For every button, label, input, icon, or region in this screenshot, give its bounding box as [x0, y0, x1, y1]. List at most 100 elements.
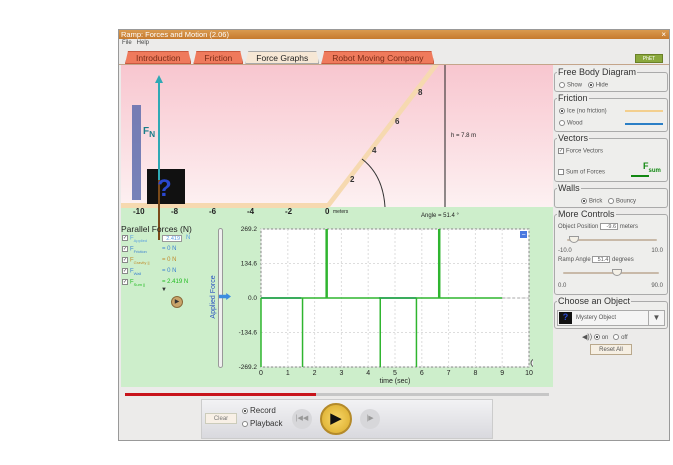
y-tick-label: 0.0	[248, 295, 257, 302]
tick-label: -10	[133, 207, 145, 216]
sum-of-forces-label: Sum of Forces	[566, 169, 606, 176]
force-checkbox[interactable]: ✓	[122, 279, 128, 285]
force-value: = 0 N	[162, 268, 177, 274]
object-position-slider[interactable]	[567, 236, 657, 243]
record-radio[interactable]	[242, 407, 248, 414]
vectors-panel: Vectors ✓ Force Vectors Sum of Forces Fsu…	[554, 133, 668, 182]
force-checkbox[interactable]: ✓	[122, 246, 128, 252]
tab-robot-moving-company[interactable]: Robot Moving Company	[321, 51, 434, 64]
sound-off-radio[interactable]	[613, 334, 620, 341]
ramp-angle-thumb[interactable]	[612, 269, 623, 276]
ramp-angle-unit: degrees	[612, 257, 634, 263]
friction-ice-radio[interactable]	[559, 108, 565, 114]
chevron-down-icon[interactable]: ▼	[648, 311, 664, 325]
step-button[interactable]: |▶	[360, 409, 380, 429]
object-dropdown-value: Mystery Object	[576, 315, 617, 321]
object-position-input[interactable]: -9.6	[600, 223, 619, 230]
sound-on-radio[interactable]	[593, 334, 600, 341]
clear-button[interactable]: Clear	[205, 413, 237, 424]
force-vectors-checkbox[interactable]: ✓	[558, 148, 564, 154]
force-vectors-label: Force Vectors	[566, 148, 604, 155]
y-tick-label: 269.2	[241, 226, 258, 233]
sound-on-label: on	[601, 335, 609, 341]
tab-introduction[interactable]: Introduction	[125, 51, 191, 64]
brick-wall	[132, 105, 141, 200]
object-position-thumb[interactable]	[568, 236, 579, 243]
force-value: = 2.419 N	[162, 279, 189, 285]
x-tick-label: 2	[313, 370, 317, 377]
x-tick-label: 3	[339, 370, 343, 377]
window-title: Ramp: Forces and Motion (2.06)	[121, 30, 229, 39]
panel-title: Vectors	[557, 133, 590, 143]
playback-radio[interactable]	[242, 420, 248, 427]
tab-friction[interactable]: Friction	[193, 51, 243, 64]
x-tick-label: 0	[259, 370, 263, 377]
play-button[interactable]: ▶	[320, 403, 352, 435]
height-label: h = 7.8 m	[451, 133, 477, 139]
ramp-angle-label: Ramp Angle	[558, 257, 591, 263]
free-body-diagram-panel: Free Body Diagram Show Hide	[554, 67, 668, 92]
applied-force-input[interactable]: 2.419	[162, 235, 182, 242]
object-position-label: Object Position	[558, 224, 599, 230]
play-force-icon[interactable]: ▶	[171, 296, 183, 308]
title-bar: Ramp: Forces and Motion (2.06) ×	[119, 30, 669, 39]
choose-object-panel: Choose an Object ? Mystery Object ▼	[554, 296, 668, 329]
ramp-tick: 6	[395, 117, 400, 126]
y-tick-label: -269.2	[239, 364, 258, 371]
position-min-label: -10.0	[558, 248, 572, 254]
force-checkbox[interactable]: ✓	[122, 235, 128, 241]
wood-swatch	[625, 123, 663, 125]
x-tick-label: 7	[447, 370, 451, 377]
record-label: Record	[250, 406, 276, 415]
playback-progress-fill	[125, 393, 316, 396]
ramp-angle-slider[interactable]	[563, 269, 659, 276]
ramp-tick: 8	[418, 88, 423, 97]
menu-file[interactable]: File	[122, 40, 132, 46]
walls-bouncy-radio[interactable]	[608, 198, 615, 204]
x-tick-label: 9	[500, 370, 504, 377]
fbd-show-radio[interactable]	[559, 82, 565, 88]
zoom-out-horizontal-icon[interactable]	[530, 358, 533, 368]
friction-panel: Friction Ice (no friction) Wood	[554, 93, 668, 132]
force-value: = 0 N	[162, 246, 177, 252]
fbd-hide-radio[interactable]	[587, 82, 594, 88]
simulation-area: ? FN h = 7.8 m Angle = 51.4 ° -10 -8 -6 …	[121, 65, 553, 387]
playback-area: Clear Record Playback |◀◀ ▶ |▶	[119, 387, 669, 441]
sky	[121, 65, 553, 207]
close-icon[interactable]: ×	[661, 30, 666, 39]
tab-force-graphs[interactable]: Force Graphs	[245, 51, 319, 64]
menu-help[interactable]: Help	[137, 40, 149, 46]
y-tick-label: 134.6	[241, 261, 258, 268]
x-tick-label: 8	[473, 370, 477, 377]
ramp-tick: 4	[372, 146, 377, 155]
force-checkbox[interactable]: ✓	[122, 257, 128, 263]
rewind-button[interactable]: |◀◀	[292, 409, 312, 429]
force-checkbox[interactable]: ✓	[122, 268, 128, 274]
force-value: = 0 N	[162, 257, 177, 263]
fsum-label: Fsum	[643, 161, 661, 174]
playback-label: Playback	[250, 419, 283, 428]
ramp-angle-input[interactable]: 51.4	[592, 256, 611, 263]
walls-brick-radio[interactable]	[581, 198, 587, 204]
phet-logo: PhET	[635, 54, 663, 63]
x-tick-label: 5	[393, 370, 397, 377]
more-controls-panel: More Controls Object Position -9.6 meter…	[554, 209, 668, 295]
friction-ice-label: Ice (no friction)	[567, 108, 607, 115]
force-subscript: Wall	[133, 270, 142, 276]
force-row: ✓ FApplied 2.419 N	[122, 235, 190, 243]
applied-force-axis-label: Applied Force	[210, 275, 217, 319]
object-question-mark: ?	[157, 175, 172, 202]
playback-progress-bar[interactable]	[125, 393, 549, 396]
force-row: ✓ FSum || = 2.419 N	[122, 279, 188, 287]
reset-all-button[interactable]: Reset All	[590, 344, 632, 355]
expand-chevron-icon[interactable]: ▼	[161, 287, 167, 293]
x-axis-label: time (sec)	[380, 378, 411, 385]
object-dropdown[interactable]: ? Mystery Object ▼	[557, 310, 665, 326]
parallel-forces-title: Parallel Forces (N)	[121, 224, 192, 234]
ice-swatch	[625, 110, 663, 112]
friction-wood-radio[interactable]	[559, 120, 565, 126]
ramp-tick: 2	[350, 175, 355, 184]
sum-of-forces-checkbox[interactable]	[558, 169, 564, 175]
object-position-unit: meters	[619, 224, 639, 230]
force-graph: 0 1 2 3 4 5 6 7 8 9 10 269.2 134.6 0.0 -134.6 -269.2 tim…	[239, 226, 533, 385]
